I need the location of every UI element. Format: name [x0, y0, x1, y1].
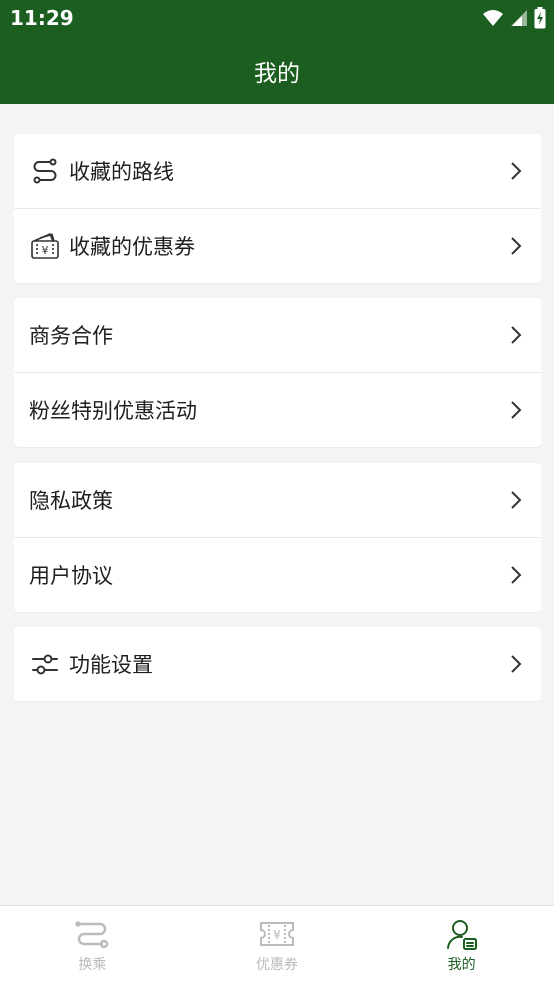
tab-transfer[interactable]: 换乘 — [0, 906, 185, 985]
svg-text:¥: ¥ — [42, 244, 49, 257]
svg-text:¥: ¥ — [273, 928, 281, 942]
chevron-right-icon — [511, 655, 522, 673]
tab-profile[interactable]: 我的 — [369, 906, 554, 985]
tab-label: 我的 — [447, 957, 476, 973]
status-icons — [482, 7, 546, 29]
menu-item-label: 收藏的路线 — [69, 160, 174, 184]
menu-item-business-cooperation[interactable]: 商务合作 — [14, 298, 541, 373]
menu-item-label: 收藏的优惠券 — [69, 235, 195, 259]
menu-item-user-agreement[interactable]: 用户协议 — [14, 538, 541, 612]
cell-signal-icon — [511, 10, 527, 26]
bottom-navigation: 换乘 ¥ 优惠券 我的 — [0, 905, 554, 985]
menu-item-favorite-coupons[interactable]: ¥ 收藏的优惠券 — [14, 209, 541, 283]
menu-item-fan-promotions[interactable]: 粉丝特别优惠活动 — [14, 373, 541, 447]
chevron-right-icon — [511, 491, 522, 509]
battery-icon — [534, 7, 546, 29]
favorites-card: 收藏的路线 ¥ 收藏的优惠券 — [14, 134, 541, 283]
menu-item-label: 商务合作 — [29, 324, 113, 348]
chevron-right-icon — [511, 326, 522, 344]
status-time: 11:29 — [10, 6, 74, 30]
route-icon — [30, 156, 60, 186]
business-card: 商务合作 粉丝特别优惠活动 — [14, 298, 541, 447]
chevron-right-icon — [511, 162, 522, 180]
coupon-wallet-icon: ¥ — [30, 231, 60, 261]
transfer-icon — [75, 921, 109, 949]
profile-icon — [446, 920, 477, 950]
menu-item-label: 功能设置 — [69, 653, 153, 677]
menu-item-privacy-policy[interactable]: 隐私政策 — [14, 463, 541, 538]
chevron-right-icon — [511, 566, 522, 584]
status-bar: 11:29 — [0, 0, 554, 38]
menu-item-settings[interactable]: 功能设置 — [14, 627, 541, 701]
legal-card: 隐私政策 用户协议 — [14, 463, 541, 612]
wifi-icon — [483, 10, 503, 26]
ticket-icon: ¥ — [260, 922, 294, 946]
tab-label: 优惠券 — [256, 957, 298, 973]
title-bar: 我的 — [0, 38, 554, 104]
tab-label: 换乘 — [78, 957, 107, 973]
chevron-right-icon — [511, 401, 522, 419]
chevron-right-icon — [511, 237, 522, 255]
sliders-icon — [30, 649, 60, 679]
menu-item-label: 粉丝特别优惠活动 — [29, 399, 197, 423]
menu-item-label: 用户协议 — [29, 564, 113, 588]
settings-card: 功能设置 — [14, 627, 541, 701]
tab-coupons[interactable]: ¥ 优惠券 — [185, 906, 370, 985]
page-title: 我的 — [254, 61, 300, 87]
menu-item-label: 隐私政策 — [29, 489, 113, 513]
menu-item-favorite-routes[interactable]: 收藏的路线 — [14, 134, 541, 209]
